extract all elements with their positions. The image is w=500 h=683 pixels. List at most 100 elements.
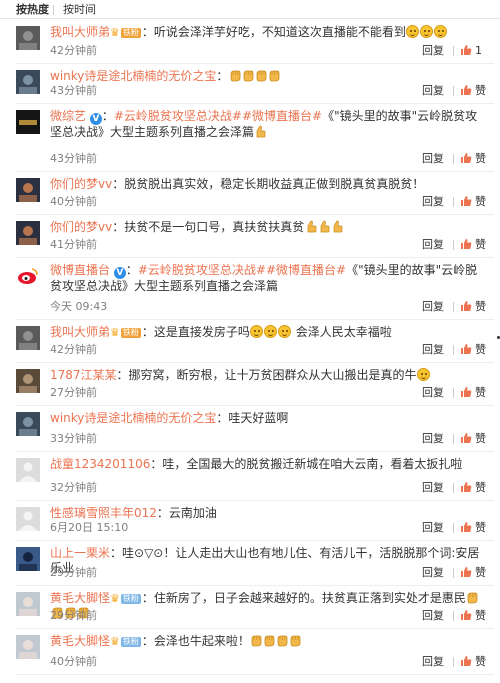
avatar[interactable] bbox=[16, 369, 40, 393]
username-link[interactable]: 你们的梦vv bbox=[50, 220, 112, 234]
username-link[interactable]: 微博直播台 bbox=[50, 263, 110, 277]
avatar[interactable] bbox=[16, 110, 40, 134]
comment-body: winky诗是途北楠楠的无价之宝： bbox=[50, 69, 486, 84]
crown-icon: ♛ bbox=[110, 635, 120, 648]
crown-icon: ♛ bbox=[110, 26, 120, 39]
like-count: 赞 bbox=[475, 432, 486, 445]
comment-item: 战童1234201106：哇，全国最大的脱贫搬迁新城在咱大云南，看着太扳扎啦 32… bbox=[0, 452, 500, 501]
avatar[interactable] bbox=[16, 70, 40, 94]
comment-actions: 回复 赞 bbox=[380, 195, 490, 209]
username-link[interactable]: 你们的梦vv bbox=[50, 177, 112, 191]
reply-button[interactable]: 回复 bbox=[422, 655, 444, 669]
username-link[interactable]: 我叫大师弟 bbox=[50, 325, 110, 339]
like-button[interactable]: 赞 bbox=[460, 343, 490, 357]
comment-actions: 回复 赞 bbox=[380, 521, 490, 535]
username-link[interactable]: 我叫大师弟 bbox=[50, 25, 110, 39]
reply-button[interactable]: 回复 bbox=[422, 195, 444, 209]
avatar[interactable] bbox=[16, 178, 40, 202]
like-button[interactable]: 赞 bbox=[460, 300, 490, 314]
avatar[interactable] bbox=[16, 547, 40, 571]
topic-link[interactable]: #微博直播台# bbox=[242, 109, 322, 123]
comment-item: 我叫大师弟♛ 铁粉 ：听说会泽洋芋好吃，不知道这次直播能不能看到 42分钟前 回复 1 bbox=[0, 20, 500, 64]
like-button[interactable]: 赞 bbox=[460, 521, 490, 535]
like-count: 赞 bbox=[475, 386, 486, 399]
comment-actions: 回复 赞 bbox=[380, 238, 490, 252]
like-button[interactable]: 赞 bbox=[460, 386, 490, 400]
like-count: 1 bbox=[475, 44, 482, 57]
action-divider bbox=[453, 434, 454, 444]
like-button[interactable]: 赞 bbox=[460, 481, 490, 495]
comment-actions: 回复 赞 bbox=[380, 609, 490, 623]
tab-hot[interactable]: 按热度 bbox=[16, 3, 49, 17]
comment-actions: 回复 赞 bbox=[380, 300, 490, 314]
reply-button[interactable]: 回复 bbox=[422, 609, 444, 623]
avatar[interactable] bbox=[16, 412, 40, 436]
topic-link[interactable]: #微博直播台# bbox=[266, 263, 346, 277]
username-link[interactable]: 黄毛大脚怪 bbox=[50, 591, 110, 605]
action-divider bbox=[453, 388, 454, 398]
like-button[interactable]: 赞 bbox=[460, 655, 490, 669]
fist-emoji-icon bbox=[242, 69, 254, 82]
username-link[interactable]: 山上一栗米 bbox=[50, 546, 110, 560]
like-count: 赞 bbox=[475, 609, 486, 622]
username-link[interactable]: 1787江某某 bbox=[50, 368, 117, 382]
like-button[interactable]: 赞 bbox=[460, 195, 490, 209]
comment-body: 微综艺 V ：#云岭脱贫攻坚总决战##微博直播台#《"镜头里的故事"云岭脱贫攻坚总… bbox=[50, 109, 486, 140]
avatar[interactable] bbox=[16, 507, 40, 531]
username-link[interactable]: 黄毛大脚怪 bbox=[50, 634, 110, 648]
avatar[interactable] bbox=[16, 326, 40, 350]
avatar[interactable] bbox=[16, 592, 40, 616]
username-link[interactable]: winky诗是途北楠楠的无价之宝 bbox=[50, 69, 216, 83]
like-count: 赞 bbox=[475, 238, 486, 251]
topic-link[interactable]: #云岭脱贫攻坚总决战# bbox=[114, 109, 242, 123]
reply-button[interactable]: 回复 bbox=[422, 566, 444, 580]
action-divider bbox=[453, 483, 454, 493]
reply-button[interactable]: 回复 bbox=[422, 300, 444, 314]
comment-item: 微博直播台 V ：#云岭脱贫攻坚总决战##微博直播台#《"镜头里的故事"云岭脱贫攻… bbox=[0, 258, 500, 320]
comment-time: 42分钟前 bbox=[50, 44, 97, 57]
fist-emoji-icon bbox=[255, 69, 267, 82]
reply-button[interactable]: 回复 bbox=[422, 432, 444, 446]
username-link[interactable]: 微综艺 bbox=[50, 109, 86, 123]
reply-button[interactable]: 回复 bbox=[422, 481, 444, 495]
reply-button[interactable]: 回复 bbox=[422, 84, 444, 98]
comment-text: ： bbox=[125, 263, 138, 277]
like-button[interactable]: 赞 bbox=[460, 84, 490, 98]
comment-time: 33分钟前 bbox=[50, 432, 97, 445]
fist-emoji-icon bbox=[289, 634, 301, 647]
topic-link[interactable]: #云岭脱贫攻坚总决战# bbox=[138, 263, 266, 277]
like-button[interactable]: 1 bbox=[460, 44, 490, 58]
reply-button[interactable]: 回复 bbox=[422, 152, 444, 166]
comment-item: 性感璃雪照丰年012：云南加油 6月20日 15:10 回复赞 bbox=[0, 501, 500, 541]
like-button[interactable]: 赞 bbox=[460, 238, 490, 252]
avatar[interactable] bbox=[16, 221, 40, 245]
like-button[interactable]: 赞 bbox=[460, 566, 490, 580]
verified-icon: V bbox=[89, 113, 102, 125]
like-button[interactable]: 赞 bbox=[460, 432, 490, 446]
like-button[interactable]: 赞 bbox=[460, 609, 490, 623]
tab-divider bbox=[53, 5, 54, 15]
action-divider bbox=[453, 568, 454, 578]
tab-time[interactable]: 按时间 bbox=[63, 3, 96, 17]
comment-body: 1787江某某：挪穷窝，断穷根，让十万贫困群众从大山搬出是真的牛 bbox=[50, 368, 486, 383]
comment-actions: 回复 赞 bbox=[380, 386, 490, 400]
avatar[interactable] bbox=[16, 635, 40, 659]
username-link[interactable]: winky诗是途北楠楠的无价之宝 bbox=[50, 411, 216, 425]
like-button[interactable]: 赞 bbox=[460, 152, 490, 166]
username-link[interactable]: 性感璃雪照丰年012 bbox=[50, 506, 157, 520]
username-link[interactable]: 战童1234201106 bbox=[50, 457, 150, 471]
verified-icon: V bbox=[113, 267, 126, 279]
reply-button[interactable]: 回复 bbox=[422, 386, 444, 400]
avatar[interactable] bbox=[16, 458, 40, 482]
avatar[interactable] bbox=[16, 264, 40, 288]
reply-button[interactable]: 回复 bbox=[422, 238, 444, 252]
reply-button[interactable]: 回复 bbox=[422, 44, 444, 58]
comment-time: 27分钟前 bbox=[50, 386, 97, 399]
comment-text: ：哇，全国最大的脱贫搬迁新城在咱大云南，看着太扳扎啦 bbox=[150, 457, 463, 471]
comment-time: 43分钟前 bbox=[50, 84, 97, 97]
reply-button[interactable]: 回复 bbox=[422, 521, 444, 535]
avatar[interactable] bbox=[16, 26, 40, 50]
fist-emoji-icon bbox=[229, 69, 241, 82]
reply-button[interactable]: 回复 bbox=[422, 343, 444, 357]
like-count: 赞 bbox=[475, 566, 486, 579]
